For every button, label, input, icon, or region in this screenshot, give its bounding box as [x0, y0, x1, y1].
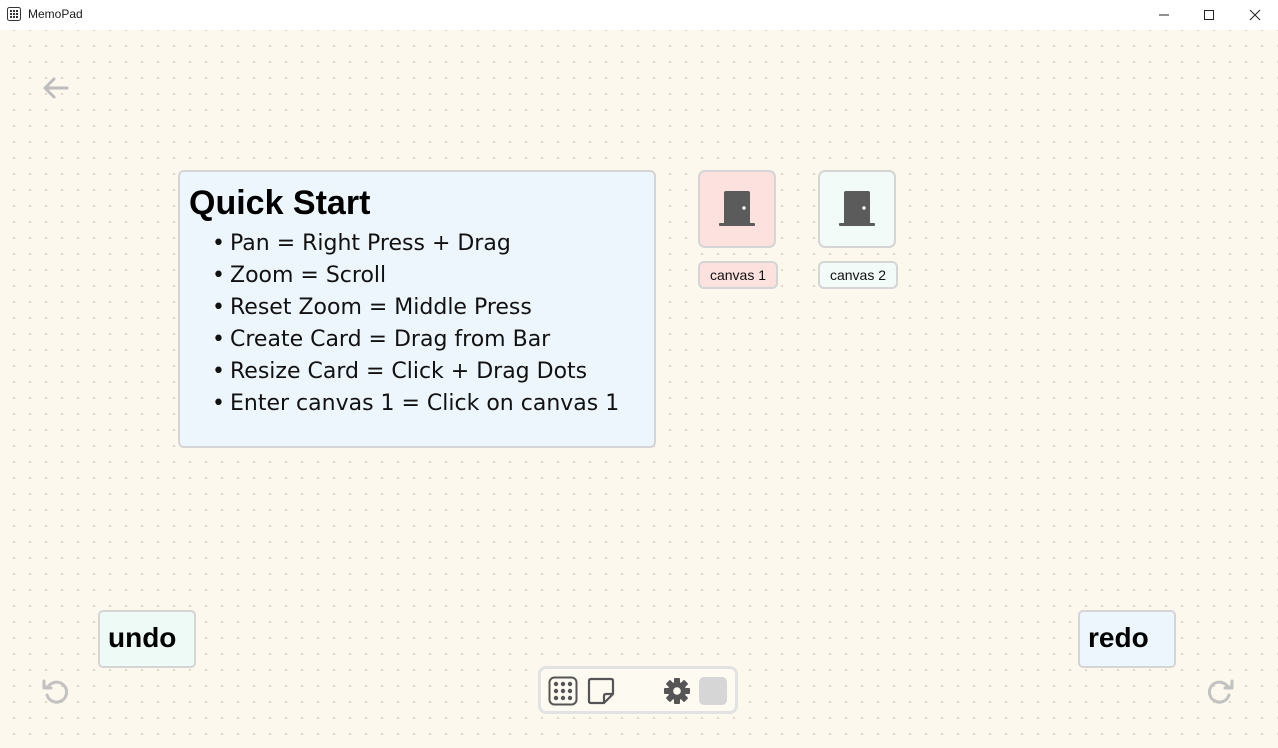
list-item: • Create Card = Drag from Bar: [212, 327, 551, 352]
canvas-1-door[interactable]: [698, 170, 776, 248]
sticky-note-icon: [587, 677, 615, 705]
back-arrow-icon[interactable]: [40, 72, 72, 104]
title-bar: MemoPad: [0, 0, 1278, 30]
app-grid-icon: [7, 7, 21, 21]
minimize-icon: [1159, 14, 1169, 16]
door-icon: [839, 191, 875, 226]
dot-grid-button[interactable]: [547, 675, 579, 707]
color-swatch: [699, 677, 727, 705]
canvas-2-label[interactable]: canvas 2: [818, 261, 898, 289]
canvas-2-door[interactable]: [818, 170, 896, 248]
new-note-button[interactable]: [585, 675, 617, 707]
settings-button[interactable]: [661, 675, 693, 707]
redo-button[interactable]: redo: [1078, 610, 1176, 668]
maximize-button[interactable]: [1186, 0, 1232, 30]
list-item: • Enter canvas 1 = Click on canvas 1: [212, 391, 620, 416]
list-item: • Zoom = Scroll: [212, 263, 387, 288]
list-item: • Pan = Right Press + Drag: [212, 231, 511, 256]
maximize-icon: [1204, 10, 1214, 20]
window-title: MemoPad: [28, 7, 83, 21]
quick-start-list: • Pan = Right Press + Drag • Zoom = Scroll…: [212, 228, 619, 420]
close-button[interactable]: [1232, 0, 1278, 30]
bottom-toolbar: [538, 666, 738, 714]
undo-button[interactable]: undo: [98, 610, 196, 668]
gear-icon: [664, 678, 690, 704]
list-item: • Resize Card = Click + Drag Dots: [212, 359, 588, 384]
quick-start-title: Quick Start: [189, 184, 371, 222]
door-icon: [719, 191, 755, 226]
quick-start-card[interactable]: Quick Start • Pan = Right Press + Drag • Z…: [178, 170, 656, 448]
minimize-button[interactable]: [1141, 0, 1187, 30]
dot-grid-icon: [548, 676, 578, 706]
color-swatch-button[interactable]: [697, 675, 729, 707]
canvas-1-label[interactable]: canvas 1: [698, 261, 778, 289]
list-item: • Reset Zoom = Middle Press: [212, 295, 532, 320]
redo-icon[interactable]: [1206, 676, 1236, 706]
undo-icon[interactable]: [40, 676, 70, 706]
close-icon: [1249, 9, 1261, 21]
